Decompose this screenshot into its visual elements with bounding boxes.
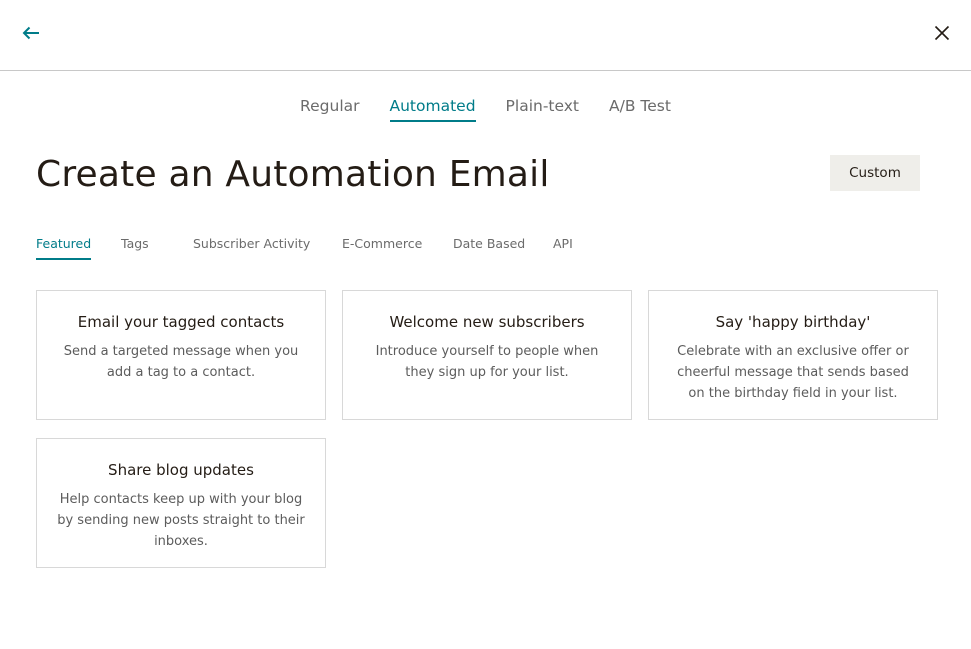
tab-plain-text[interactable]: Plain-text — [506, 97, 579, 122]
close-icon — [934, 25, 950, 41]
arrow-left-icon — [22, 26, 39, 40]
category-tab-date-based[interactable]: Date Based — [453, 236, 525, 258]
card-description: Celebrate with an exclusive offer or che… — [677, 344, 909, 401]
category-tab-tags[interactable]: Tags — [121, 236, 149, 258]
email-type-tabs: Regular Automated Plain-text A/B Test — [0, 97, 971, 122]
card-title: Share blog updates — [108, 461, 254, 479]
category-tab-featured[interactable]: Featured — [36, 236, 92, 260]
tab-regular[interactable]: Regular — [300, 97, 359, 122]
card-description: Introduce yourself to people when they s… — [375, 344, 599, 380]
card-happy-birthday[interactable]: Say 'happy birthday' Celebrate with an e… — [648, 290, 938, 420]
back-button[interactable] — [19, 21, 43, 45]
card-description: Help contacts keep up with your blog by … — [57, 492, 305, 549]
close-button[interactable] — [930, 21, 954, 45]
card-description: Send a targeted message when you add a t… — [63, 344, 299, 380]
card-blog-updates[interactable]: Share blog updates Help contacts keep up… — [36, 438, 326, 568]
category-tab-api[interactable]: API — [553, 236, 573, 258]
top-bar — [0, 0, 971, 71]
tab-automated[interactable]: Automated — [389, 97, 476, 122]
card-title: Email your tagged contacts — [77, 313, 285, 331]
tab-ab-test[interactable]: A/B Test — [609, 97, 671, 122]
automation-email-page: Regular Automated Plain-text A/B Test Cr… — [0, 0, 971, 649]
page-title: Create an Automation Email — [36, 154, 550, 195]
card-welcome-subscribers[interactable]: Welcome new subscribers Introduce yourse… — [342, 290, 632, 420]
custom-button[interactable]: Custom — [830, 155, 920, 191]
card-tagged-contacts[interactable]: Email your tagged contacts Send a target… — [36, 290, 326, 420]
category-tab-e-commerce[interactable]: E-Commerce — [342, 236, 422, 258]
card-title: Say 'happy birthday' — [715, 313, 871, 331]
category-tab-subscriber-activity[interactable]: Subscriber Activity — [193, 236, 310, 258]
card-title: Welcome new subscribers — [389, 313, 585, 331]
